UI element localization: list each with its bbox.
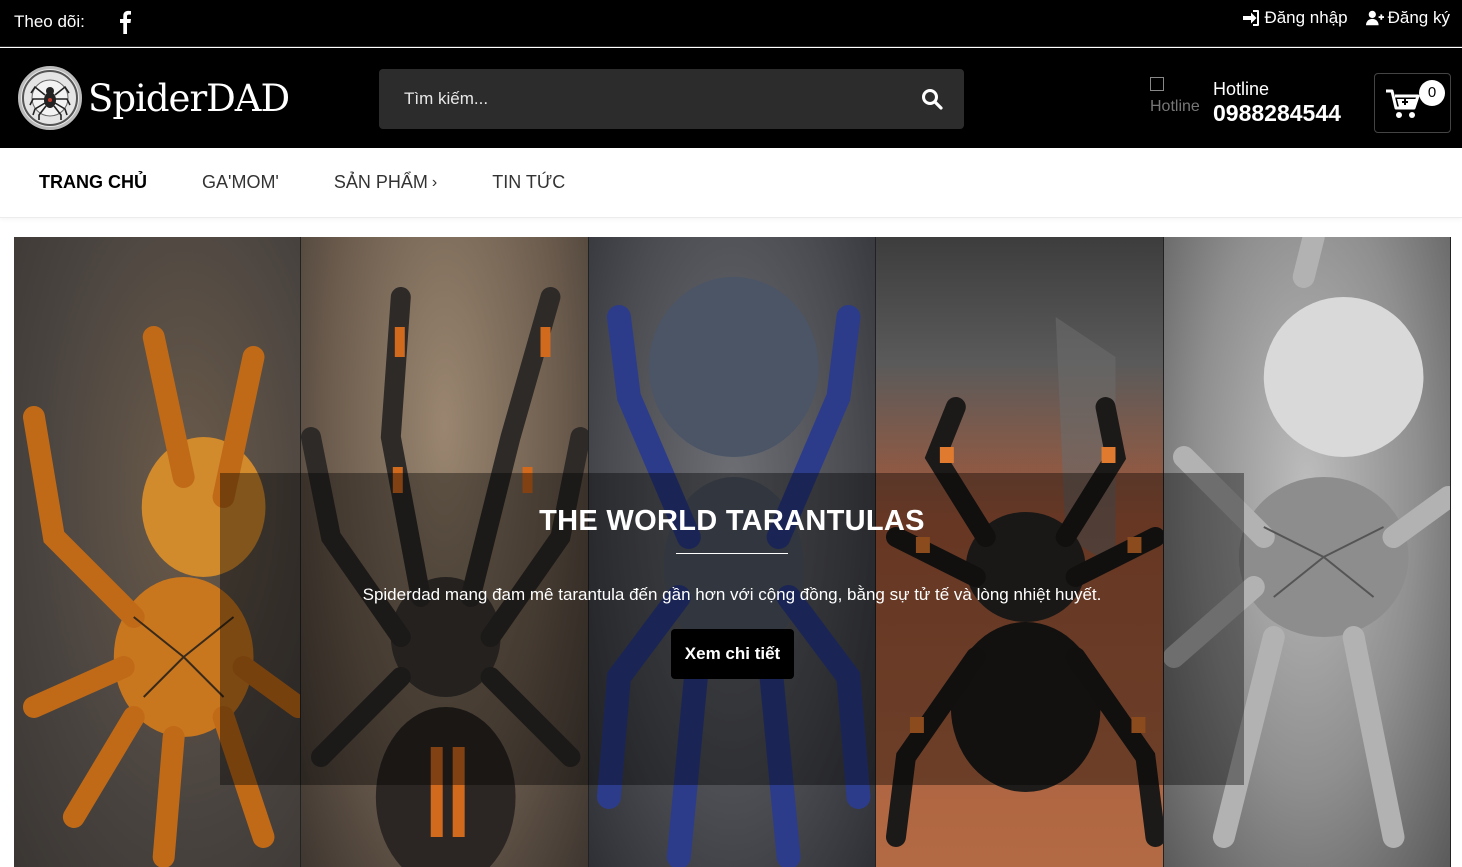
hero-banner: THE WORLD TARANTULAS Spiderdad mang đam … bbox=[14, 237, 1451, 867]
sign-in-icon bbox=[1243, 10, 1260, 26]
cart-count-badge: 0 bbox=[1419, 80, 1445, 106]
hotline-number[interactable]: 0988284544 bbox=[1213, 100, 1341, 127]
auth-links: Đăng nhập Đăng ký bbox=[1242, 8, 1450, 28]
broken-image-icon bbox=[1150, 77, 1164, 91]
cart-button[interactable]: 0 bbox=[1374, 73, 1451, 133]
hero-description: Spiderdad mang đam mê tarantula đến gần … bbox=[362, 585, 1102, 604]
register-label: Đăng ký bbox=[1387, 8, 1450, 27]
nav-item-label: TIN TỨC bbox=[492, 172, 566, 192]
top-bar: Theo dõi: Đăng nhập Đăng ký bbox=[0, 0, 1462, 47]
search-icon[interactable] bbox=[920, 87, 944, 111]
user-plus-icon bbox=[1365, 10, 1384, 26]
spider-logo-icon bbox=[18, 66, 82, 130]
logo-text: SpiderDAD bbox=[88, 76, 290, 120]
site-header: SpiderDAD Hotline Hotline 0988284544 0 bbox=[0, 48, 1462, 148]
facebook-icon[interactable] bbox=[118, 10, 132, 34]
chevron-right-icon: › bbox=[431, 173, 438, 191]
nav-item-home[interactable]: TRANG CHỦ bbox=[39, 172, 147, 193]
nav-item-products[interactable]: SẢN PHẨM › bbox=[334, 172, 437, 193]
hero-caption: THE WORLD TARANTULAS Spiderdad mang đam … bbox=[220, 473, 1244, 785]
login-label: Đăng nhập bbox=[1264, 8, 1348, 27]
nav-item-label: SẢN PHẨM bbox=[333, 172, 428, 192]
cart-icon bbox=[1386, 89, 1420, 118]
nav-item-gamom[interactable]: GA'MOM' bbox=[202, 172, 279, 193]
follow-label: Theo dõi: bbox=[14, 12, 85, 31]
nav-item-news[interactable]: TIN TỨC bbox=[492, 172, 565, 193]
login-link[interactable]: Đăng nhập bbox=[1242, 8, 1348, 28]
hero-divider bbox=[676, 553, 788, 554]
nav-item-label: GA'MOM' bbox=[202, 172, 279, 192]
main-nav: TRANG CHỦ GA'MOM' SẢN PHẨM › TIN TỨC bbox=[0, 148, 1462, 218]
site-logo[interactable]: SpiderDAD bbox=[18, 66, 290, 130]
hotline-image-alt: Hotline bbox=[1150, 98, 1200, 115]
register-link[interactable]: Đăng ký bbox=[1365, 8, 1450, 28]
view-details-button[interactable]: Xem chi tiết bbox=[671, 629, 794, 679]
hero-title: THE WORLD TARANTULAS bbox=[539, 505, 925, 537]
search-bar bbox=[379, 69, 964, 129]
hotline-label: Hotline bbox=[1213, 79, 1270, 99]
hotline-image: Hotline bbox=[1150, 77, 1202, 121]
nav-item-label: TRANG CHỦ bbox=[39, 172, 147, 192]
search-input[interactable] bbox=[379, 69, 899, 129]
